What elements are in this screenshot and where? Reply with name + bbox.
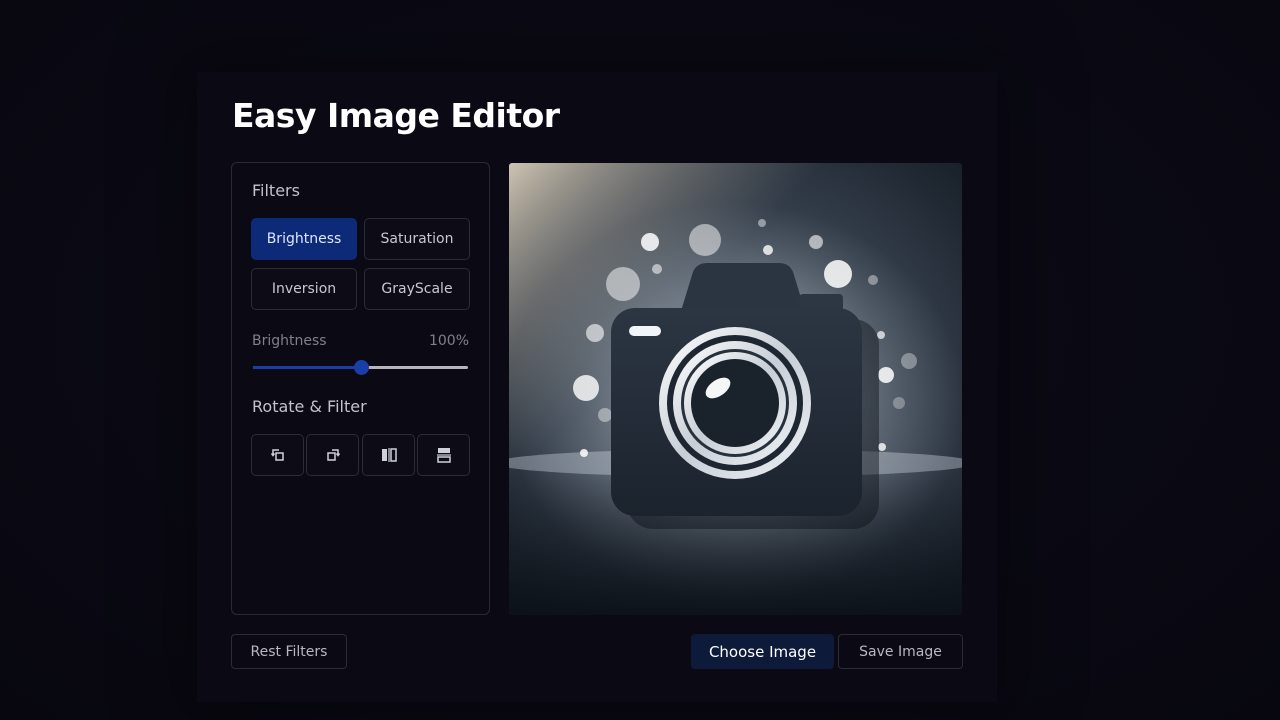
rotate-right-icon [326, 449, 340, 461]
camera-image [509, 163, 962, 615]
slider-thumb[interactable] [353, 360, 369, 375]
page-title: Easy Image Editor [232, 96, 560, 135]
image-preview [509, 163, 962, 615]
slider-fill [253, 366, 361, 369]
filter-inversion-button[interactable]: Inversion [251, 268, 357, 310]
save-image-button[interactable]: Save Image [838, 634, 963, 669]
rotate-left-icon [270, 449, 284, 461]
slider-value: 100% [428, 333, 469, 349]
filter-brightness-button[interactable]: Brightness [251, 218, 357, 260]
rotate-left-button[interactable] [251, 434, 304, 476]
reset-filters-button[interactable]: Rest Filters [231, 634, 347, 669]
filter-grayscale-button[interactable]: GrayScale [364, 268, 470, 310]
filters-heading: Filters [252, 181, 300, 200]
rotate-right-button[interactable] [306, 434, 359, 476]
flip-horizontal-button[interactable] [362, 434, 415, 476]
brightness-slider[interactable] [253, 360, 468, 375]
choose-image-button[interactable]: Choose Image [691, 634, 834, 669]
filter-saturation-button[interactable]: Saturation [364, 218, 470, 260]
flip-horizontal-icon [381, 448, 397, 462]
flip-vertical-icon [436, 448, 451, 463]
flip-vertical-button[interactable] [417, 434, 470, 476]
rotate-heading: Rotate & Filter [252, 397, 367, 416]
slider-label: Brightness [252, 333, 327, 349]
